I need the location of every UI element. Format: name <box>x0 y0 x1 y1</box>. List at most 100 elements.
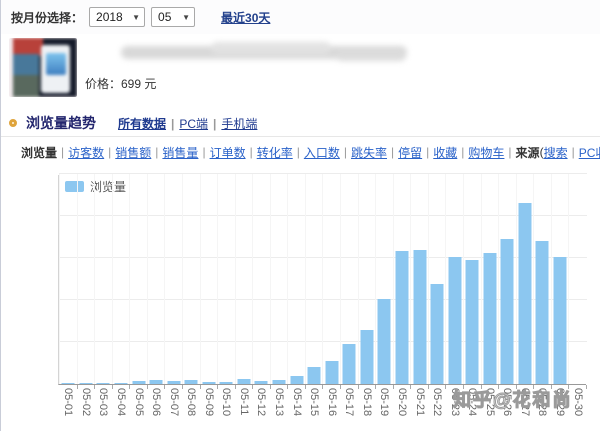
chevron-down-icon: ▼ <box>132 13 140 22</box>
bar-column[interactable]: 05-07 <box>164 174 182 384</box>
bar <box>466 260 479 384</box>
metric-tab-link[interactable]: 跳失率 <box>351 144 387 161</box>
bar-column[interactable]: 05-01 <box>59 174 77 384</box>
bar-column[interactable]: 05-30 <box>568 174 586 384</box>
bar <box>378 299 391 384</box>
last-30-days-link[interactable]: 最近30天 <box>221 9 270 26</box>
bar-column[interactable]: 05-15 <box>305 174 323 384</box>
bar <box>79 383 92 384</box>
separator: | <box>297 145 300 159</box>
metric-tab-link[interactable]: 转化率 <box>257 144 293 161</box>
x-axis-label: 05-09 <box>203 388 215 422</box>
bar-column[interactable]: 05-08 <box>182 174 200 384</box>
x-axis-label: 05-20 <box>396 388 408 422</box>
bar <box>132 381 145 384</box>
bar <box>395 251 408 384</box>
bar-column[interactable]: 05-22 <box>428 174 446 384</box>
pageview-trend-chart: 浏览量 05-0105-0205-0305-0405-0505-0605-070… <box>1 166 600 431</box>
bar <box>536 241 549 384</box>
bar <box>413 250 426 384</box>
x-axis-label: 05-28 <box>536 388 548 422</box>
bar-column[interactable]: 05-24 <box>463 174 481 384</box>
separator: | <box>572 145 575 159</box>
metric-tab-link[interactable]: 停留 <box>398 144 422 161</box>
x-axis-label: 05-26 <box>501 388 513 422</box>
x-axis-label: 05-14 <box>291 388 303 422</box>
x-axis-label: 05-11 <box>238 388 250 422</box>
x-axis-label: 05-02 <box>80 388 92 422</box>
metric-tab-link[interactable]: 订单数 <box>210 144 246 161</box>
bar-column[interactable]: 05-16 <box>322 174 340 384</box>
x-axis-label: 05-17 <box>343 388 355 422</box>
bar-column[interactable]: 05-03 <box>94 174 112 384</box>
separator: | <box>108 145 111 159</box>
section-title: 浏览量趋势 <box>26 113 96 133</box>
x-axis-label: 05-29 <box>554 388 566 422</box>
source-link[interactable]: PC收藏 <box>579 144 600 161</box>
bar-column[interactable]: 05-28 <box>533 174 551 384</box>
bar-column[interactable]: 05-25 <box>481 174 499 384</box>
bar <box>220 382 233 384</box>
bar-column[interactable]: 05-21 <box>410 174 428 384</box>
bar-column[interactable]: 05-10 <box>217 174 235 384</box>
x-axis-label: 05-19 <box>378 388 390 422</box>
bar-column[interactable]: 05-13 <box>270 174 288 384</box>
bar <box>237 379 250 384</box>
bar-column[interactable]: 05-18 <box>358 174 376 384</box>
scope-link-3[interactable]: 手机端 <box>221 117 257 131</box>
bar-column[interactable]: 05-20 <box>393 174 411 384</box>
x-axis-label: 05-12 <box>255 388 267 422</box>
month-select-value: 05 <box>158 10 171 24</box>
separator: | <box>202 145 205 159</box>
plot-area: 05-0105-0205-0305-0405-0505-0605-0705-08… <box>58 175 586 385</box>
metric-tab-link[interactable]: 访客数 <box>68 144 104 161</box>
bar <box>150 380 163 384</box>
metric-tab-link[interactable]: 销售量 <box>162 144 198 161</box>
bar-column[interactable]: 05-02 <box>77 174 95 384</box>
bar-column[interactable]: 05-17 <box>340 174 358 384</box>
bar-column[interactable]: 05-05 <box>129 174 147 384</box>
bar <box>97 383 110 384</box>
x-axis-label: 05-22 <box>431 388 443 422</box>
bar <box>343 344 356 384</box>
x-axis-label: 05-10 <box>220 388 232 422</box>
metric-tab-link[interactable]: 销售额 <box>115 144 151 161</box>
x-axis-label: 05-01 <box>62 388 74 422</box>
source-group-label: 来源 <box>516 144 540 161</box>
bar-column[interactable]: 05-04 <box>112 174 130 384</box>
bar <box>518 203 531 384</box>
x-axis-label: 05-03 <box>97 388 109 422</box>
bar-column[interactable]: 05-23 <box>445 174 463 384</box>
metric-tab-link[interactable]: 收藏 <box>433 144 457 161</box>
bar-column[interactable]: 05-27 <box>516 174 534 384</box>
year-select[interactable]: 2018 ▼ <box>89 7 145 27</box>
metric-tab-active[interactable]: 浏览量 <box>21 144 57 161</box>
chevron-down-icon: ▼ <box>182 13 190 22</box>
x-axis-label: 05-04 <box>115 388 127 422</box>
bar-column[interactable]: 05-12 <box>252 174 270 384</box>
metric-tabs-row: 浏览量|访客数|销售额|销售量|订单数|转化率|入口数|跳失率|停留|收藏|购物… <box>1 141 600 163</box>
month-select[interactable]: 05 ▼ <box>151 7 195 27</box>
x-axis-label: 05-16 <box>326 388 338 422</box>
separator: | <box>213 117 216 131</box>
metric-tab-link[interactable]: 入口数 <box>304 144 340 161</box>
bar-column[interactable]: 05-26 <box>498 174 516 384</box>
bar-column[interactable]: 05-29 <box>551 174 569 384</box>
bar <box>554 257 567 384</box>
x-axis-label: 05-18 <box>361 388 373 422</box>
bar-column[interactable]: 05-09 <box>200 174 218 384</box>
metric-tab-link[interactable]: 购物车 <box>468 144 504 161</box>
bar-column[interactable]: 05-14 <box>287 174 305 384</box>
device-scope-links: 所有数据|PC端|手机端 <box>118 115 257 132</box>
filter-bar: 按月份选择： 2018 ▼ 05 ▼ 最近30天 <box>1 0 600 34</box>
product-thumbnail[interactable] <box>9 38 77 97</box>
bar-column[interactable]: 05-11 <box>235 174 253 384</box>
scope-link-2[interactable]: PC端 <box>179 117 208 131</box>
source-link[interactable]: 搜索 <box>544 144 568 161</box>
x-axis-label: 05-21 <box>414 388 426 422</box>
scope-link-1[interactable]: 所有数据 <box>118 117 166 131</box>
bar-column[interactable]: 05-19 <box>375 174 393 384</box>
bar <box>290 376 303 384</box>
bar-column[interactable]: 05-06 <box>147 174 165 384</box>
analytics-page: 按月份选择： 2018 ▼ 05 ▼ 最近30天 价格：699 元 浏览量趋势 … <box>0 0 600 431</box>
